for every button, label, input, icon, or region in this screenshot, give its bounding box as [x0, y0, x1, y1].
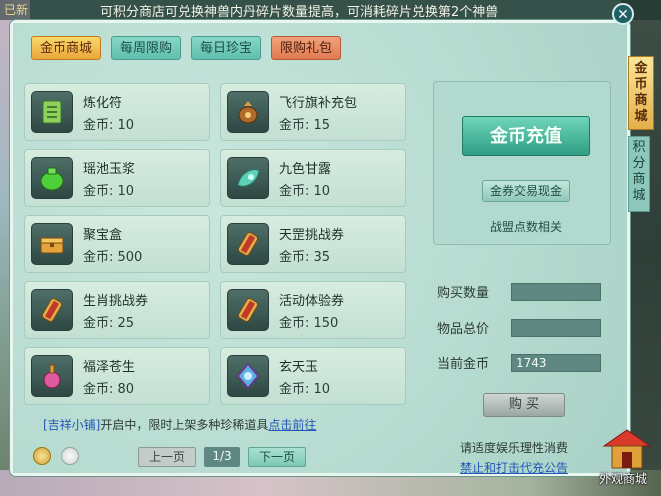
item-name: 玄天玉	[279, 360, 319, 375]
pagination: 上一页 1/3 下一页	[138, 447, 307, 467]
item-price: 金币: 10	[279, 382, 331, 397]
item-card[interactable]: 九色甘露 金币: 10	[220, 149, 406, 207]
tab-weekly-limit[interactable]: 每周限购	[111, 36, 182, 60]
page-indicator: 1/3	[204, 447, 241, 467]
promo-shop-name[interactable]: [吉祥小铺]	[43, 418, 100, 432]
tab-limited-pack[interactable]: 限购礼包	[271, 36, 342, 60]
promo-text: 开启中，限时上架多种珍稀道具	[100, 418, 269, 432]
item-card[interactable]: 天罡挑战券 金币: 35	[220, 215, 406, 273]
current-gold-value: 1743	[511, 354, 601, 372]
jade-icon	[227, 355, 269, 397]
gold-recharge-button[interactable]: 金币充值	[462, 116, 590, 156]
system-notice-bar: 已新 可积分商店可兑换神兽内丹碎片数量提高，可消耗碎片兑换第2个神兽	[0, 0, 661, 20]
scroll-icon	[31, 289, 73, 331]
item-price: 金币: 10	[83, 184, 135, 199]
treasure-box-icon	[31, 223, 73, 265]
notice-prefix: 已新	[4, 3, 29, 17]
recharge-box: 金币充值 金券交易现金 战盟点数相关	[433, 81, 611, 245]
total-price-field	[511, 319, 601, 337]
promo-line: [吉祥小铺]开启中，限时上架多种珍稀道具点击前往	[43, 416, 316, 433]
item-card[interactable]: 飞行旗补充包 金币: 15	[220, 83, 406, 141]
item-name: 生肖挑战券	[83, 294, 149, 309]
item-card[interactable]: 瑶池玉浆 金币: 10	[24, 149, 210, 207]
item-card[interactable]: 玄天玉 金币: 10	[220, 347, 406, 405]
anti-proxy-recharge-link[interactable]: 禁止和打击代充公告	[460, 459, 568, 476]
shop-tabs: 金币商城 每周限购 每日珍宝 限购礼包	[31, 36, 342, 60]
prev-page-button[interactable]: 上一页	[138, 447, 197, 467]
item-price: 金币: 80	[83, 382, 135, 397]
item-card[interactable]: 活动体验券 金币: 150	[220, 281, 406, 339]
buy-button[interactable]: 购 买	[483, 393, 565, 417]
item-name: 九色甘露	[279, 162, 332, 177]
item-card[interactable]: 炼化符 金币: 10	[24, 83, 210, 141]
side-tab-gold-shop[interactable]: 金币商城	[628, 56, 654, 130]
dew-leaf-icon	[227, 157, 269, 199]
total-price-label: 物品总价	[437, 322, 490, 337]
current-gold-label: 当前金币	[437, 357, 490, 372]
item-name: 飞行旗补充包	[279, 96, 358, 111]
scroll-icon	[227, 223, 269, 265]
pavilion-icon	[602, 429, 652, 469]
close-button[interactable]: ✕	[612, 3, 634, 25]
promo-link[interactable]: 点击前往	[268, 418, 316, 432]
side-tab-points-shop[interactable]: 积分商城	[628, 136, 650, 212]
outfit-shop-label: 外观商城	[599, 472, 648, 486]
scroll-icon	[227, 289, 269, 331]
coupon-exchange-button[interactable]: 金券交易现金	[482, 180, 570, 202]
item-name: 福泽苍生	[83, 360, 136, 375]
potion-icon	[31, 355, 73, 397]
item-price: 金币: 35	[279, 250, 331, 265]
silver-coin-icon	[61, 447, 79, 465]
shop-panel: 金币商城 每周限购 每日珍宝 限购礼包 炼化符 金币: 10 飞行旗补充包 金币…	[10, 20, 630, 476]
alliance-points-link[interactable]: 战盟点数相关	[482, 218, 570, 235]
responsible-spending-notice: 请适度娱乐理性消费	[460, 441, 569, 455]
tab-gold-shop[interactable]: 金币商城	[31, 36, 102, 60]
gold-coin-icon	[33, 447, 51, 465]
talisman-icon	[31, 91, 73, 133]
item-card[interactable]: 聚宝盒 金币: 500	[24, 215, 210, 273]
buy-quantity-field[interactable]	[511, 283, 601, 301]
item-card[interactable]: 生肖挑战券 金币: 25	[24, 281, 210, 339]
item-name: 炼化符	[83, 96, 123, 111]
notice-text: 可积分商店可兑换神兽内丹碎片数量提高，可消耗碎片兑换第2个神兽	[100, 5, 499, 20]
item-name: 瑶池玉浆	[83, 162, 136, 177]
item-price: 金币: 15	[279, 118, 331, 133]
buy-quantity-label: 购买数量	[437, 286, 490, 301]
item-price: 金币: 10	[83, 118, 135, 133]
item-name: 聚宝盒	[83, 228, 123, 243]
item-price: 金币: 500	[83, 250, 143, 265]
item-name: 活动体验券	[279, 294, 345, 309]
item-price: 金币: 25	[83, 316, 135, 331]
next-page-button[interactable]: 下一页	[248, 447, 307, 467]
item-card[interactable]: 福泽苍生 金币: 80	[24, 347, 210, 405]
item-price: 金币: 150	[279, 316, 339, 331]
flag-pack-icon	[227, 91, 269, 133]
item-price: 金币: 10	[279, 184, 331, 199]
tab-daily-treasure[interactable]: 每日珍宝	[191, 36, 262, 60]
item-name: 天罡挑战券	[279, 228, 345, 243]
green-jar-icon	[31, 157, 73, 199]
